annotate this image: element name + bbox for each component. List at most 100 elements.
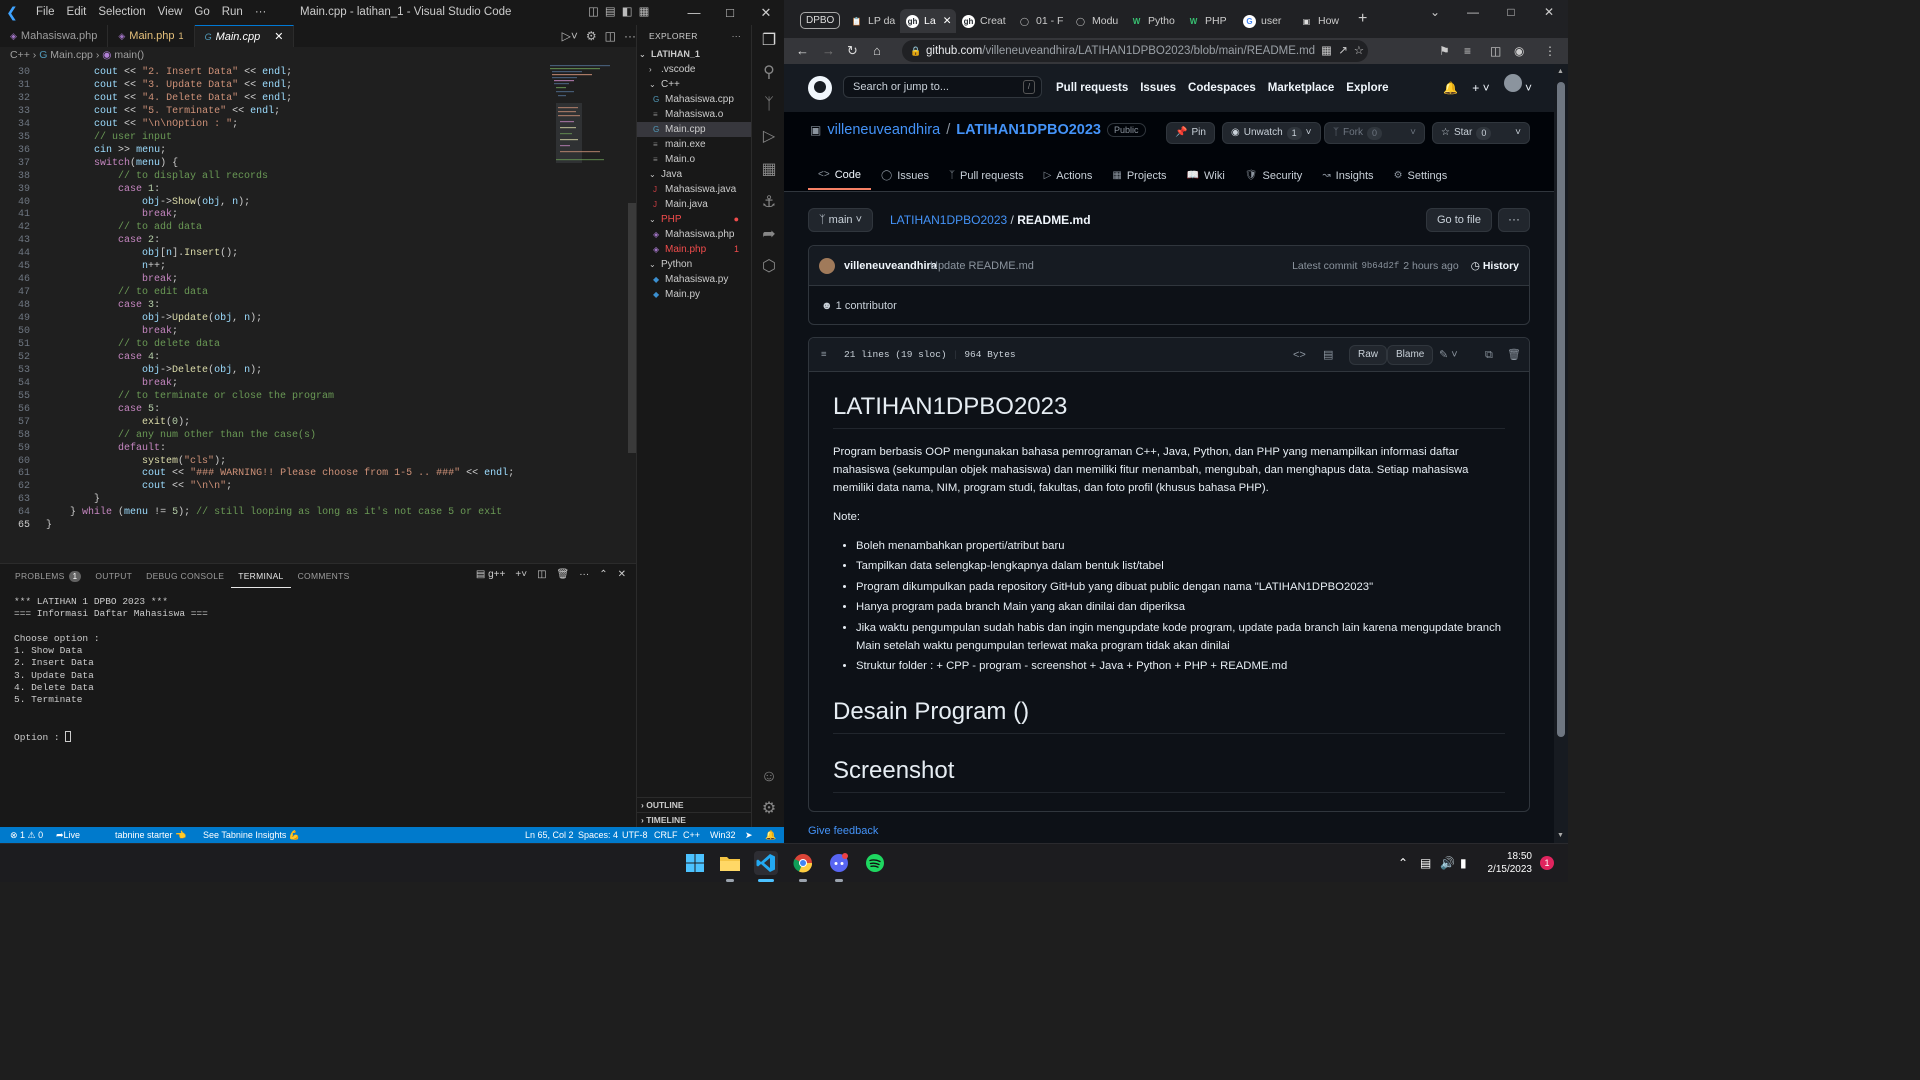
star-button[interactable]: ☆ Star 0 ˅ <box>1432 122 1530 144</box>
menu-item[interactable]: Run <box>216 0 249 25</box>
discord-taskbar-icon[interactable] <box>827 851 851 875</box>
github-nav-link[interactable]: Explore <box>1346 64 1388 112</box>
create-new-icon[interactable]: + ˅ <box>1472 64 1489 112</box>
remote-explorer-icon[interactable]: ⬡ <box>759 257 779 277</box>
maximize-button[interactable]: □ <box>712 0 748 25</box>
extensions-puzzle-icon[interactable]: ⚑ <box>1439 41 1450 61</box>
code-line[interactable]: 30 cout << "2. Insert Data" << endl; <box>0 66 628 79</box>
status-platform[interactable]: Win32 <box>710 827 736 843</box>
code-line[interactable]: 63 } <box>0 493 628 506</box>
explorer-file[interactable]: ◈ Mahasiswa.php <box>637 227 751 242</box>
unwatch-button[interactable]: ◉ Unwatch 1 ˅ <box>1222 122 1321 144</box>
menu-item[interactable]: Edit <box>61 0 93 25</box>
repo-owner-link[interactable]: villeneuveandhira <box>827 122 940 138</box>
close-panel-icon[interactable]: ✕ <box>618 569 626 580</box>
code-line[interactable]: 51 // to delete data <box>0 338 628 351</box>
close-button[interactable]: ✕ <box>748 0 784 25</box>
spotify-taskbar-icon[interactable] <box>863 851 887 875</box>
volume-icon[interactable]: 🔊 <box>1440 844 1455 883</box>
terminal-output[interactable]: *** LATIHAN 1 DPBO 2023 *** === Informasi… <box>14 596 208 745</box>
close-button[interactable]: ✕ <box>1530 0 1568 24</box>
tab-mahasiswa-php[interactable]: ◈ Mahasiswa.php <box>0 25 109 47</box>
status-feedback-icon[interactable]: ➤ <box>745 827 753 843</box>
explorer-file[interactable]: ◆ Mahasiswa.py <box>637 272 751 287</box>
code-view-icon[interactable]: <> <box>1293 345 1306 365</box>
toggle-panel-icon[interactable]: ▤ <box>605 0 616 25</box>
code-line[interactable]: 53 obj->Delete(obj, n); <box>0 364 628 377</box>
file-explorer-icon[interactable] <box>718 851 742 875</box>
explorer-folder[interactable]: ⌄ C++ <box>637 77 751 92</box>
explorer-folder[interactable]: › .vscode <box>637 62 751 77</box>
code-line[interactable]: 49 obj->Update(obj, n); <box>0 312 628 325</box>
explorer-more-icon[interactable]: ··· <box>732 25 741 47</box>
commit-author-avatar[interactable] <box>819 258 835 274</box>
code-line[interactable]: 55 // to terminate or close the program <box>0 390 628 403</box>
bookmark-star-icon[interactable]: ☆ <box>1354 40 1364 62</box>
status-bell-icon[interactable]: 🔔 <box>765 827 776 843</box>
code-line[interactable]: 62 cout << "\n\n"; <box>0 480 628 493</box>
more-actions-icon[interactable]: ··· <box>624 29 636 43</box>
status-problems[interactable]: ⊗ 1 ⚠ 0 <box>10 827 43 843</box>
toggle-secondary-sidebar-icon[interactable]: ◧ <box>622 0 633 25</box>
go-to-file-button[interactable]: Go to file <box>1425 208 1492 232</box>
give-feedback-link[interactable]: Give feedback <box>808 825 878 837</box>
settings-gear-icon[interactable]: ⚙ <box>586 29 597 43</box>
repo-tab-security[interactable]: 🛡 Security <box>1235 162 1312 190</box>
browser-tab[interactable]: ◯ Modu <box>1068 9 1122 33</box>
explorer-file[interactable]: G Main.cpp <box>637 122 751 137</box>
raw-button[interactable]: Raw <box>1349 345 1388 365</box>
reload-icon[interactable]: ↻ <box>847 41 858 61</box>
status-liveshare[interactable]: ➦ Live Share <box>56 827 88 856</box>
github-nav-link[interactable]: Pull requests <box>1056 64 1128 112</box>
tab-main-php[interactable]: ◈ Main.php 1 <box>108 25 195 47</box>
code-line[interactable]: 58 // any num other than the case(s) <box>0 429 628 442</box>
browser-tab[interactable]: W Pytho <box>1124 9 1178 33</box>
code-line[interactable]: 54 break; <box>0 377 628 390</box>
show-hidden-icons-icon[interactable]: ⌃ <box>1398 844 1408 883</box>
maximize-panel-icon[interactable]: ⌃ <box>599 569 607 580</box>
minimize-button[interactable]: — <box>676 0 712 25</box>
more-options-button[interactable]: ··· <box>1498 208 1530 232</box>
outline-list-icon[interactable]: ≡ <box>821 338 827 372</box>
commit-message-link[interactable]: Update README.md <box>930 246 1034 286</box>
code-line[interactable]: 48 case 3: <box>0 299 628 312</box>
menu-item[interactable]: Selection <box>92 0 151 25</box>
translate-icon[interactable]: ▦ <box>1321 40 1332 62</box>
code-line[interactable]: 37 switch(menu) { <box>0 157 628 170</box>
breadcrumb-file[interactable]: Main.cpp <box>50 49 93 61</box>
notifications-bell-icon[interactable]: 🔔 <box>1443 64 1458 112</box>
code-line[interactable]: 40 obj->Show(obj, n); <box>0 196 628 209</box>
edit-pencil-icon[interactable]: ✎ ˅ <box>1439 345 1458 365</box>
repo-tab-wiki[interactable]: 📖 Wiki <box>1177 162 1235 190</box>
minimize-button[interactable]: — <box>1454 0 1492 24</box>
timeline-section[interactable]: › TIMELINE <box>637 812 752 827</box>
repo-tab-pull-requests[interactable]: ᛉ Pull requests <box>939 162 1034 190</box>
editor-scrollbar[interactable] <box>628 63 636 563</box>
menu-item[interactable]: View <box>152 0 189 25</box>
browser-tab[interactable]: 📋 LP da <box>844 9 898 33</box>
code-line[interactable]: 35 // user input <box>0 131 628 144</box>
status-language[interactable]: C++ <box>683 827 700 843</box>
scroll-up-icon[interactable]: ▲ <box>1557 68 1564 75</box>
explorer-file[interactable]: G Mahasiswa.cpp <box>637 92 751 107</box>
close-tab-icon[interactable]: ✕ <box>943 9 952 33</box>
explorer-file[interactable]: J Main.java <box>637 197 751 212</box>
code-line[interactable]: 32 cout << "4. Delete Data" << endl; <box>0 92 628 105</box>
repo-tab-actions[interactable]: ▷ Actions <box>1034 162 1103 190</box>
code-line[interactable]: 65} <box>0 519 628 532</box>
repo-tab-code[interactable]: <> Code <box>808 162 871 190</box>
chrome-menu-icon[interactable]: ⋮ <box>1544 41 1556 61</box>
browser-tab[interactable]: W PHP <box>1181 9 1235 33</box>
browser-tab[interactable]: ▣ How <box>1294 9 1348 33</box>
code-line[interactable]: 64 } while (menu != 5); // still looping… <box>0 506 628 519</box>
panel-tab-debug-console[interactable]: DEBUG CONSOLE <box>139 565 231 587</box>
blame-button[interactable]: Blame <box>1387 345 1434 365</box>
forward-icon[interactable]: → <box>822 41 835 61</box>
tab-search-icon[interactable]: ⌄ <box>1416 0 1454 24</box>
battery-icon[interactable]: ▮ <box>1460 844 1467 883</box>
delete-trash-icon[interactable]: 🗑 <box>1507 345 1521 365</box>
run-icon[interactable]: ▷˅ <box>562 29 578 43</box>
code-line[interactable]: 38 // to display all records <box>0 170 628 183</box>
commit-author-link[interactable]: villeneuveandhira <box>844 246 937 286</box>
code-line[interactable]: 60 system("cls"); <box>0 455 628 468</box>
